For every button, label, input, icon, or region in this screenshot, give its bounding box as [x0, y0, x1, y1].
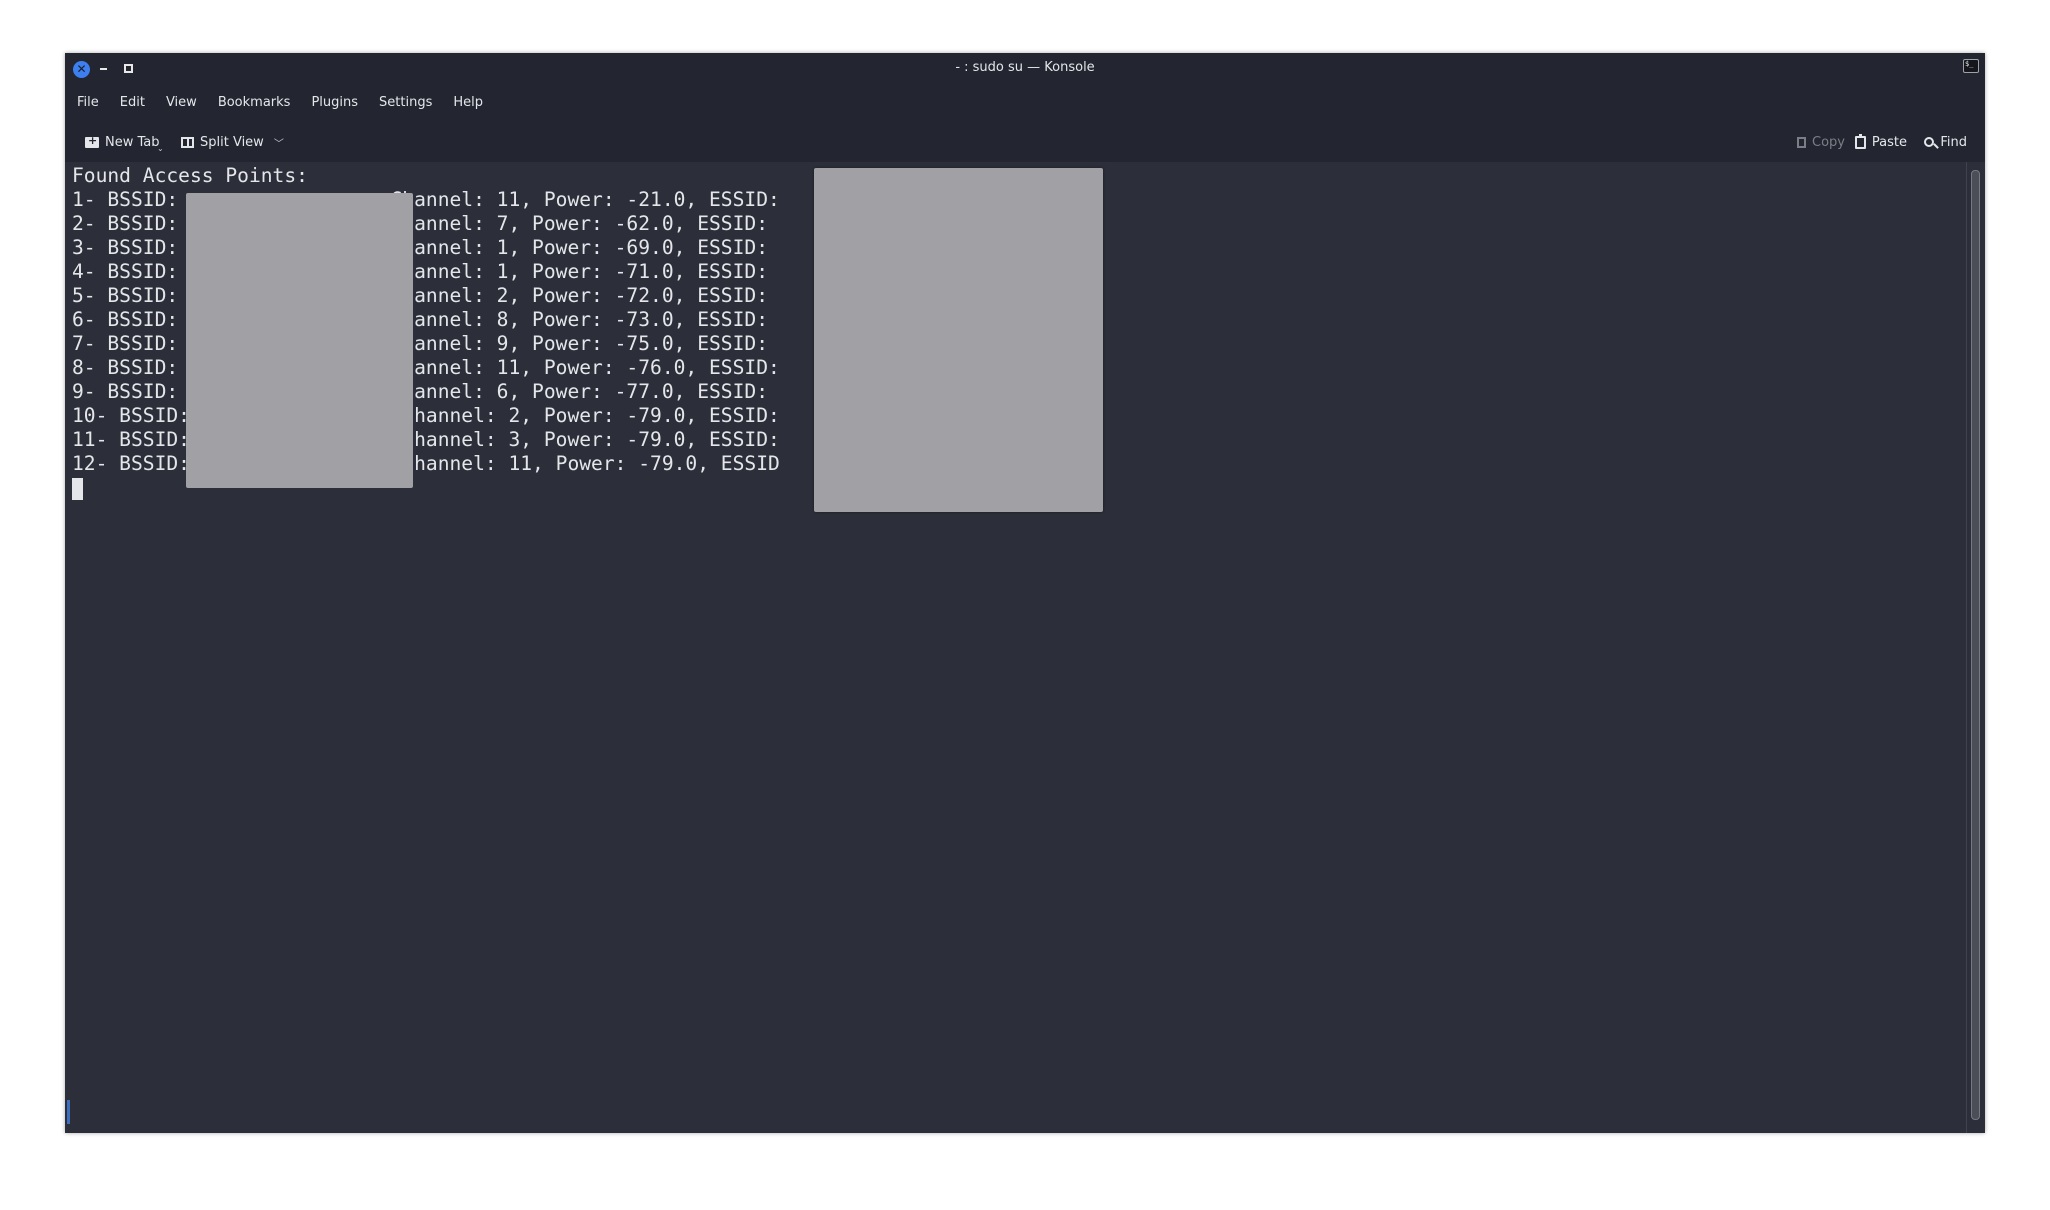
new-tab-dropdown-icon[interactable]: ⌄	[157, 144, 164, 153]
find-label: Find	[1940, 134, 1967, 150]
search-icon	[1924, 137, 1935, 147]
terminal-line: 11- BSSID: Channel: 3, Power: -79.0, ESS…	[72, 428, 780, 451]
chevron-down-icon[interactable]: ﹀	[274, 135, 284, 150]
terminal-line: 12- BSSID: Channel: 11, Power: -79.0, ES…	[72, 452, 780, 475]
bssid-redaction	[186, 193, 413, 488]
menu-help[interactable]: Help	[453, 91, 483, 115]
clipboard-icon	[1854, 133, 1866, 149]
menu-view[interactable]: View	[166, 91, 197, 115]
menu-bookmarks[interactable]: Bookmarks	[218, 91, 291, 115]
terminal-line: 2- BSSID: Channel: 7, Power: -62.0, ESSI…	[72, 212, 768, 235]
new-tab-icon	[85, 134, 99, 148]
menu-settings[interactable]: Settings	[379, 91, 432, 115]
scrollbar-divider	[1966, 162, 1967, 1133]
scrollbar[interactable]	[1971, 170, 1980, 1120]
menu-plugins[interactable]: Plugins	[311, 91, 358, 115]
terminal-line: 1- BSSID: Channel: 11, Power: -21.0, ESS…	[72, 188, 780, 211]
terminal-output: Found Access Points: 1- BSSID: Channel: …	[72, 164, 780, 500]
terminal-icon: $_	[1963, 59, 1979, 73]
terminal-line: 5- BSSID: Channel: 2, Power: -72.0, ESSI…	[72, 284, 768, 307]
copy-button[interactable]: Copy	[1797, 127, 1845, 157]
window-title: - : sudo su — Konsole	[955, 60, 1095, 75]
paste-label: Paste	[1871, 134, 1907, 150]
new-tab-label: New Tab	[105, 134, 160, 150]
copy-label: Copy	[1812, 134, 1845, 150]
find-button[interactable]: Find	[1924, 127, 1967, 157]
split-view-icon	[181, 136, 194, 148]
menu-file[interactable]: File	[77, 91, 99, 115]
split-view-button[interactable]: Split View ﹀	[181, 127, 284, 157]
terminal-line: 3- BSSID: Channel: 1, Power: -69.0, ESSI…	[72, 236, 768, 259]
paste-button[interactable]: Paste	[1854, 127, 1907, 157]
terminal-area[interactable]: Found Access Points: 1- BSSID: Channel: …	[65, 162, 1985, 1133]
terminal-line: 10- BSSID: Channel: 2, Power: -79.0, ESS…	[72, 404, 780, 427]
terminal-line: 8- BSSID: Channel: 11, Power: -76.0, ESS…	[72, 356, 780, 379]
terminal-line: 9- BSSID: Channel: 6, Power: -77.0, ESSI…	[72, 380, 768, 403]
konsole-window: ✕ - : sudo su — Konsole $_ File Edit Vie…	[65, 53, 1985, 1133]
title-bar[interactable]: ✕ - : sudo su — Konsole $_	[65, 53, 1985, 85]
focus-indicator	[67, 1100, 70, 1124]
toolbar: New Tab ⌄ Split View ﹀ Copy Paste Find	[65, 127, 1985, 161]
text-cursor	[72, 477, 83, 500]
essid-redaction	[814, 168, 1103, 512]
new-tab-button[interactable]: New Tab ⌄	[85, 127, 164, 157]
terminal-heading: Found Access Points:	[72, 164, 308, 187]
terminal-line: 7- BSSID: Channel: 9, Power: -75.0, ESSI…	[72, 332, 768, 355]
menu-bar: File Edit View Bookmarks Plugins Setting…	[65, 91, 504, 115]
copy-icon	[1797, 136, 1807, 148]
terminal-line: 6- BSSID: Channel: 8, Power: -73.0, ESSI…	[72, 308, 768, 331]
menu-edit[interactable]: Edit	[120, 91, 145, 115]
terminal-line: 4- BSSID: Channel: 1, Power: -71.0, ESSI…	[72, 260, 768, 283]
split-view-label: Split View	[200, 134, 264, 150]
